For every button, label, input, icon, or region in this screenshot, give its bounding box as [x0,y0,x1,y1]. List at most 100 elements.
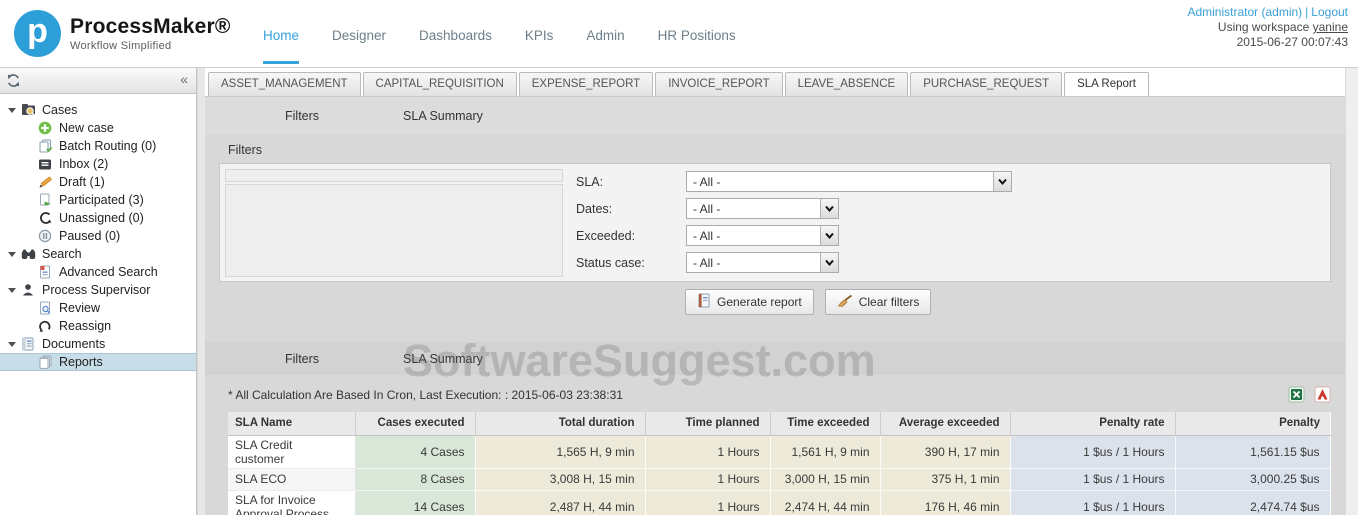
sla-summary-table: SLA Name Cases executed Total duration T… [228,412,1331,515]
tab-expense-report[interactable]: EXPENSE_REPORT [518,72,654,96]
pdf-export-icon[interactable] [1314,386,1331,403]
sidebar-item-cases[interactable]: Cases [0,101,196,119]
expander-icon [8,288,16,293]
dates-filter-label: Dates: [576,201,613,216]
supervisor-person-icon [20,283,36,298]
tab-sla-report[interactable]: SLA Report [1064,72,1149,96]
sidebar-item-unassigned[interactable]: Unassigned (0) [0,209,196,227]
sidebar-item-review[interactable]: Review [0,299,196,317]
chevron-down-icon[interactable] [820,253,838,272]
tab-capital-requisition[interactable]: CAPITAL_REQUISITION [362,72,517,96]
filter-actions: Generate report Clear filters [685,289,1345,315]
expander-icon [8,252,16,257]
documents-notebook-icon [20,337,36,352]
status-case-filter-select[interactable]: - All - [686,252,839,273]
sidebar: « Cases New case Batch Routing (0) Inbox… [0,68,197,515]
sidebar-item-search[interactable]: Search [0,245,196,263]
new-case-icon [37,121,53,136]
datetime: 2015-06-27 00:07:43 [1236,35,1348,49]
subtab-filters-2[interactable]: Filters [285,352,319,366]
table-header-row: SLA Name Cases executed Total duration T… [228,412,1330,436]
workspace-line: Using workspace yanine [1217,20,1348,34]
nav-hr-positions[interactable]: HR Positions [658,4,736,64]
col-header-penalty-rate[interactable]: Penalty rate [1010,412,1176,436]
participated-icon [37,193,53,208]
vertical-scrollbar[interactable] [1345,68,1358,515]
review-icon [37,301,53,316]
clear-filters-button[interactable]: Clear filters [824,289,932,315]
sla-report-content: Filters SLA Summary Filters SLA: - All -… [205,96,1345,515]
col-header-average-exceeded[interactable]: Average exceeded [880,412,1011,436]
tab-asset-management[interactable]: ASSET_MANAGEMENT [208,72,361,96]
processmaker-logo[interactable]: p ProcessMaker® Workflow Simplified [14,10,231,57]
main-panel: ASSET_MANAGEMENT CAPITAL_REQUISITION EXP… [205,68,1345,515]
cron-note: * All Calculation Are Based In Cron, Las… [228,387,623,402]
subtab-sla-summary-2[interactable]: SLA Summary [403,352,483,366]
col-header-total-duration[interactable]: Total duration [475,412,646,436]
sidebar-toolbar: « [0,68,196,94]
nav-designer[interactable]: Designer [332,4,386,64]
tab-invoice-report[interactable]: INVOICE_REPORT [655,72,783,96]
sidebar-item-reassign[interactable]: Reassign [0,317,196,335]
refresh-icon[interactable] [6,73,21,93]
nav-admin[interactable]: Admin [586,4,624,64]
col-header-time-planned[interactable]: Time planned [645,412,771,436]
chevron-down-icon[interactable] [820,226,838,245]
col-header-sla-name[interactable]: SLA Name [228,412,356,436]
tab-leave-absence[interactable]: LEAVE_ABSENCE [784,72,909,96]
table-row: SLA for Invoice Approval Process 14 Case… [228,490,1331,515]
sidebar-item-reports[interactable]: Reports [0,353,196,371]
sidebar-splitter[interactable] [198,68,205,515]
report-icon [697,293,711,311]
logout-link[interactable]: Logout [1311,5,1348,19]
cases-icon [20,103,36,118]
processmaker-app: p ProcessMaker® Workflow Simplified Home… [0,0,1358,515]
cron-row: * All Calculation Are Based In Cron, Las… [228,386,1331,403]
table-row: SLA Credit customer 4 Cases 1,565 H, 9 m… [228,435,1331,469]
excel-export-icon[interactable] [1288,386,1305,403]
inbox-icon [37,157,53,172]
col-header-penalty[interactable]: Penalty [1175,412,1330,436]
workspace-link[interactable]: yanine [1313,20,1348,34]
sidebar-item-paused[interactable]: Paused (0) [0,227,196,245]
generate-report-button[interactable]: Generate report [685,289,814,315]
brand-name: ProcessMaker® [70,15,231,38]
subtab-sla-summary[interactable]: SLA Summary [403,109,483,123]
dates-filter-select[interactable]: - All - [686,198,839,219]
main-nav: Home Designer Dashboards KPIs Admin HR P… [263,0,769,68]
logo-p-icon: p [14,10,61,57]
search-binoculars-icon [20,247,36,262]
nav-kpis[interactable]: KPIs [525,4,554,64]
sidebar-item-draft[interactable]: Draft (1) [0,173,196,191]
collapse-sidebar-icon[interactable]: « [180,71,188,87]
exceeded-filter-select[interactable]: - All - [686,225,839,246]
draft-pencil-icon [37,175,53,190]
chevron-down-icon[interactable] [993,172,1011,191]
sidebar-item-batch-routing[interactable]: Batch Routing (0) [0,137,196,155]
app-header: p ProcessMaker® Workflow Simplified Home… [0,0,1358,68]
sidebar-item-inbox[interactable]: Inbox (2) [0,155,196,173]
brand-tagline: Workflow Simplified [70,40,172,52]
chevron-down-icon[interactable] [820,199,838,218]
col-header-cases-executed[interactable]: Cases executed [355,412,476,436]
col-header-time-exceeded[interactable]: Time exceeded [770,412,881,436]
sidebar-item-documents[interactable]: Documents [0,335,196,353]
subtab-band-summary: Filters SLA Summary [205,342,1345,375]
subtab-filters[interactable]: Filters [285,109,319,123]
account-link[interactable]: Administrator (admin) [1187,5,1302,19]
filter-left-strip [225,169,563,182]
nav-dashboards[interactable]: Dashboards [419,4,492,64]
reports-icon [37,355,53,370]
unassigned-icon [37,211,53,226]
sla-filter-select[interactable]: - All - [686,171,1012,192]
reassign-icon [37,319,53,334]
tab-purchase-request[interactable]: PURCHASE_REQUEST [910,72,1063,96]
sidebar-item-new-case[interactable]: New case [0,119,196,137]
sidebar-item-process-supervisor[interactable]: Process Supervisor [0,281,196,299]
nav-home[interactable]: Home [263,4,300,64]
subtab-band-top: Filters SLA Summary [205,97,1345,134]
sidebar-item-participated[interactable]: Participated (3) [0,191,196,209]
table-row: SLA ECO 8 Cases 3,008 H, 15 min 1 Hours … [228,468,1331,491]
sidebar-item-advanced-search[interactable]: Advanced Search [0,263,196,281]
expander-icon [8,108,16,113]
